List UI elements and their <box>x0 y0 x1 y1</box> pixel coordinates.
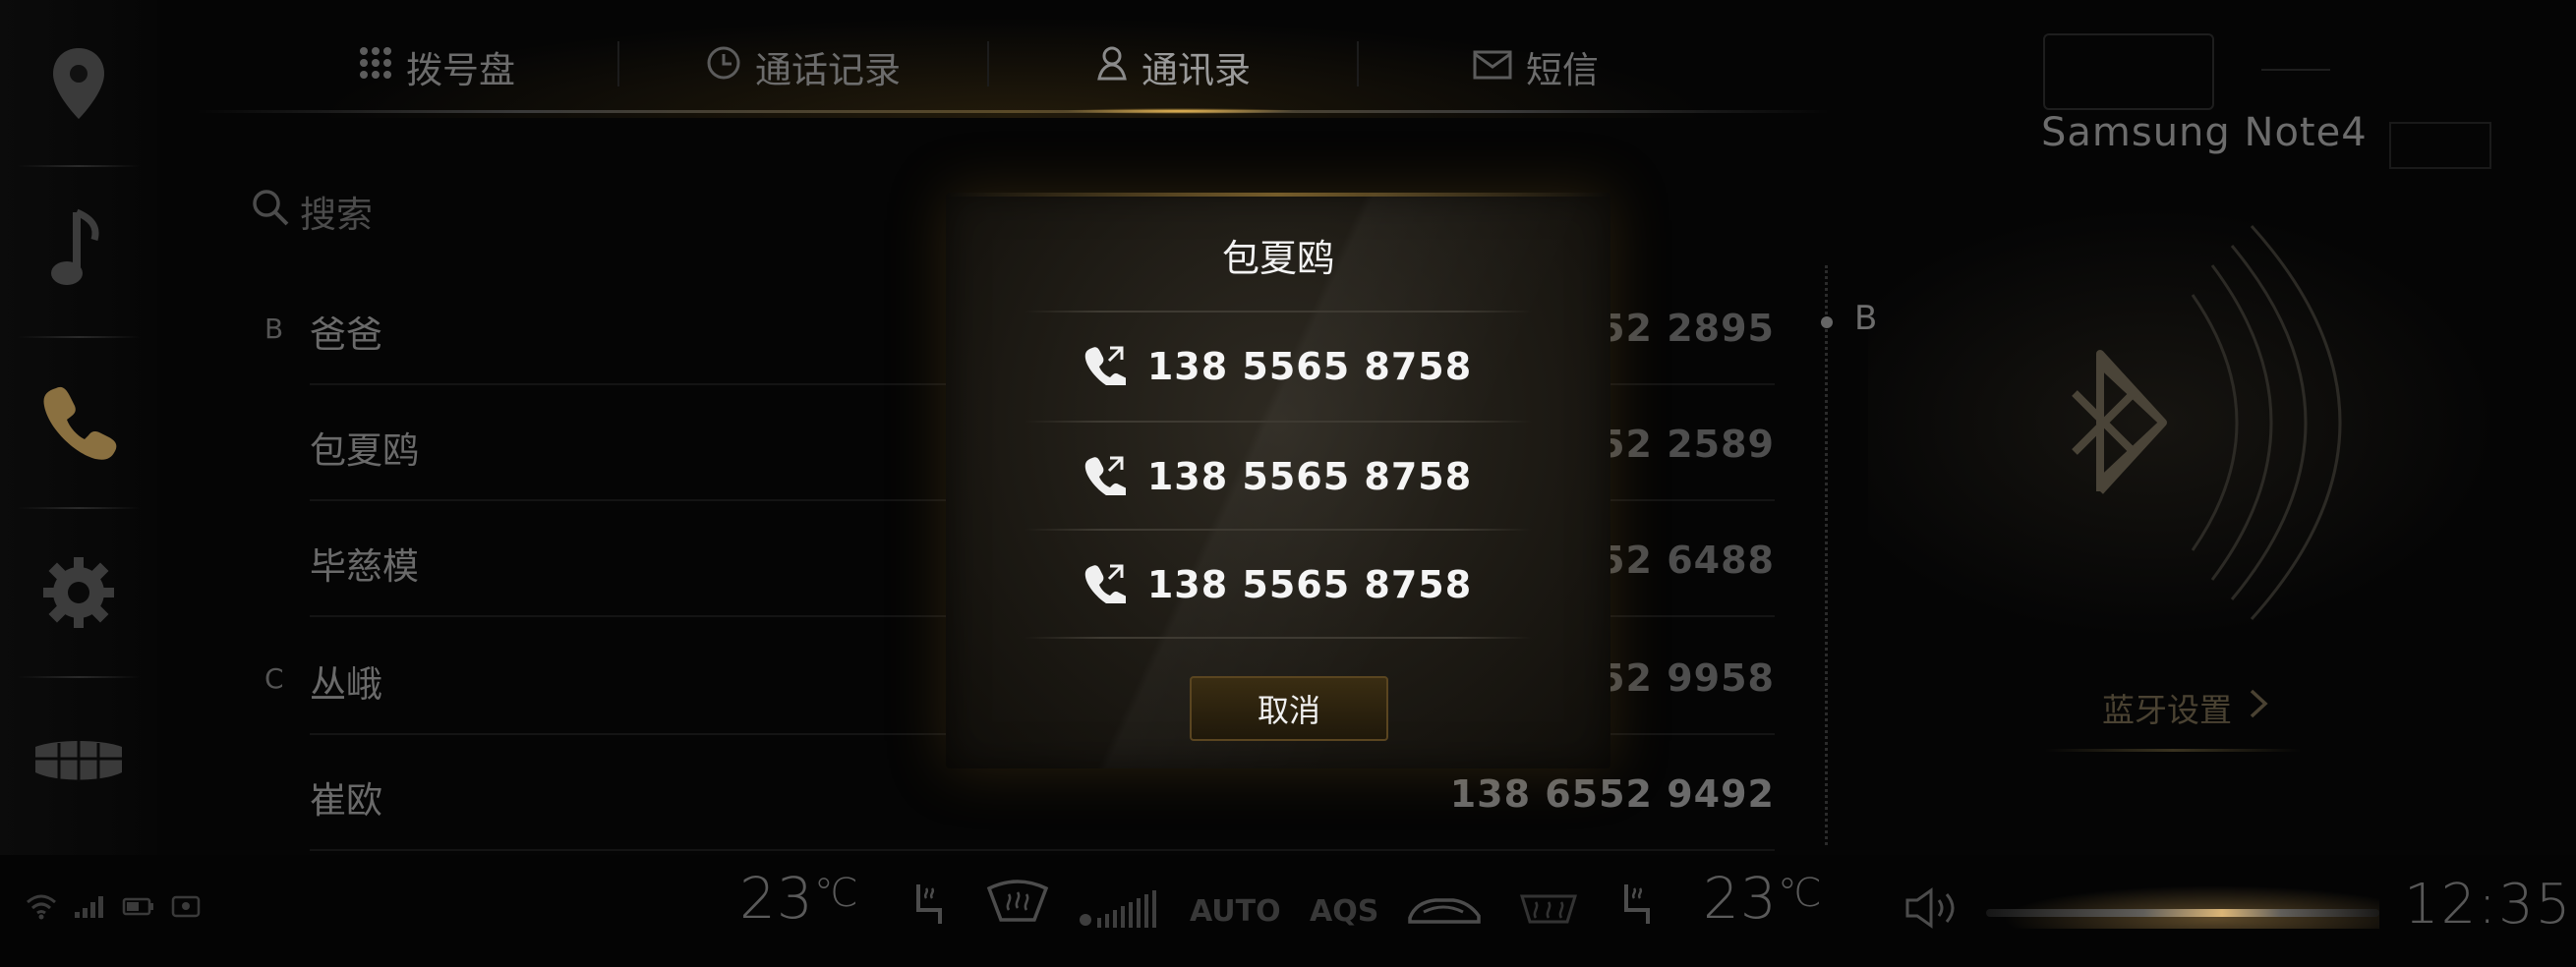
clock-icon <box>706 45 741 89</box>
tab-label: 短信 <box>1526 49 1599 91</box>
tab-messages[interactable]: 短信 <box>1473 28 1599 106</box>
left-temperature[interactable]: 23℃ <box>739 865 859 932</box>
device-name: Samsung Note4 <box>2041 110 2368 155</box>
bluetooth-visual <box>1868 206 2497 639</box>
rear-defrost-icon[interactable] <box>1514 884 1583 938</box>
phone-number-option[interactable]: 138 5565 8758 <box>1025 531 1532 639</box>
temp-unit: ℃ <box>1777 871 1823 916</box>
search-placeholder: 搜索 <box>300 194 373 236</box>
windshield-defrost-icon[interactable] <box>983 875 1052 934</box>
contact-name: 爸爸 <box>310 313 382 356</box>
outgoing-call-icon <box>1084 454 1129 501</box>
seat-heat-left-icon[interactable] <box>908 881 952 932</box>
music-icon[interactable] <box>20 177 138 324</box>
device-card-frame <box>2043 33 2214 110</box>
cancel-button[interactable]: 取消 <box>1190 676 1388 741</box>
battery-icon <box>122 897 153 916</box>
contact-number: 138 6552 9492 <box>1449 772 1775 816</box>
chevron-right-icon <box>2248 687 2269 728</box>
air-recirculation-icon[interactable] <box>1406 890 1483 934</box>
active-tab-indicator <box>1062 108 1298 114</box>
contact-name: 丛峨 <box>310 663 382 706</box>
tab-divider <box>987 41 989 86</box>
volume-slider[interactable] <box>1986 909 2379 917</box>
signal-icon <box>75 896 103 918</box>
volume-icon[interactable] <box>1903 886 1964 934</box>
mail-icon <box>1473 46 1512 88</box>
phone-icon[interactable] <box>20 348 138 495</box>
tab-divider <box>617 41 619 86</box>
wifi-icon <box>27 894 56 920</box>
outgoing-call-icon <box>1084 344 1129 391</box>
left-temp-value: 23 <box>739 865 814 932</box>
settings-gear-icon[interactable] <box>20 519 138 666</box>
dialog-divider <box>1025 637 1532 639</box>
contact-name: 崔欧 <box>310 779 382 822</box>
bluetooth-settings-label: 蓝牙设置 <box>2102 691 2232 729</box>
outgoing-call-icon <box>1084 562 1129 609</box>
tab-dialpad[interactable]: 拨号盘 <box>359 28 515 106</box>
decor-line <box>2261 69 2330 71</box>
alphabet-index-scrollbar[interactable] <box>1825 265 1828 845</box>
dialog-title: 包夏鸥 <box>1221 237 1334 280</box>
group-letter: B <box>264 313 284 345</box>
auto-button[interactable]: AUTO <box>1190 894 1281 929</box>
right-temp-value: 23 <box>1703 865 1778 932</box>
seat-heat-right-icon[interactable] <box>1616 881 1660 932</box>
right-temperature[interactable]: 23℃ <box>1703 865 1823 932</box>
tab-call-history[interactable]: 通话记录 <box>706 28 901 106</box>
volume-slider-glow <box>1966 880 2379 929</box>
status-icons <box>26 892 203 920</box>
bluetooth-settings-button[interactable]: 蓝牙设置 <box>2102 684 2269 731</box>
search-input[interactable]: 搜索 <box>251 185 373 238</box>
location-icon[interactable] <box>20 10 138 157</box>
car-grille-icon[interactable] <box>20 688 138 835</box>
settings-underline <box>2045 749 2301 752</box>
fan-speed-icon[interactable] <box>1078 886 1160 934</box>
decor-box <box>2389 122 2491 169</box>
rail-divider <box>18 507 140 509</box>
tab-label: 拨号盘 <box>406 49 515 91</box>
call-number-dialog: 包夏鸥 138 5565 8758 138 5565 8758 138 5565… <box>946 193 1610 768</box>
row-divider <box>310 849 1775 851</box>
phone-number-option[interactable]: 138 5565 8758 <box>1025 313 1532 421</box>
rail-divider <box>18 165 140 167</box>
index-marker <box>1821 316 1833 328</box>
tab-label: 通话记录 <box>755 49 901 91</box>
tab-bar-line <box>197 110 1829 113</box>
aqs-button[interactable]: AQS <box>1310 894 1378 929</box>
phone-number: 138 5565 8758 <box>1146 455 1473 498</box>
phone-number-option[interactable]: 138 5565 8758 <box>1025 423 1532 531</box>
search-icon <box>251 188 290 236</box>
contact-name: 毕慈模 <box>310 545 419 588</box>
tab-label: 通讯录 <box>1142 49 1251 91</box>
phone-number: 138 5565 8758 <box>1146 345 1473 388</box>
clock: 12:35 <box>2404 873 2573 937</box>
rail-divider <box>18 336 140 338</box>
tab-divider <box>1357 41 1359 86</box>
sim-icon <box>171 895 201 918</box>
bluetooth-waves-icon <box>2072 224 2342 621</box>
contact-icon <box>1096 45 1128 89</box>
temp-unit: ℃ <box>813 871 859 916</box>
tab-contacts[interactable]: 通讯录 <box>1096 28 1251 106</box>
phone-number: 138 5565 8758 <box>1146 563 1473 606</box>
left-rail <box>0 0 157 855</box>
dialpad-icon <box>359 46 392 88</box>
rail-divider <box>18 676 140 678</box>
group-letter: C <box>264 662 284 695</box>
contact-name: 包夏鸥 <box>310 429 419 472</box>
